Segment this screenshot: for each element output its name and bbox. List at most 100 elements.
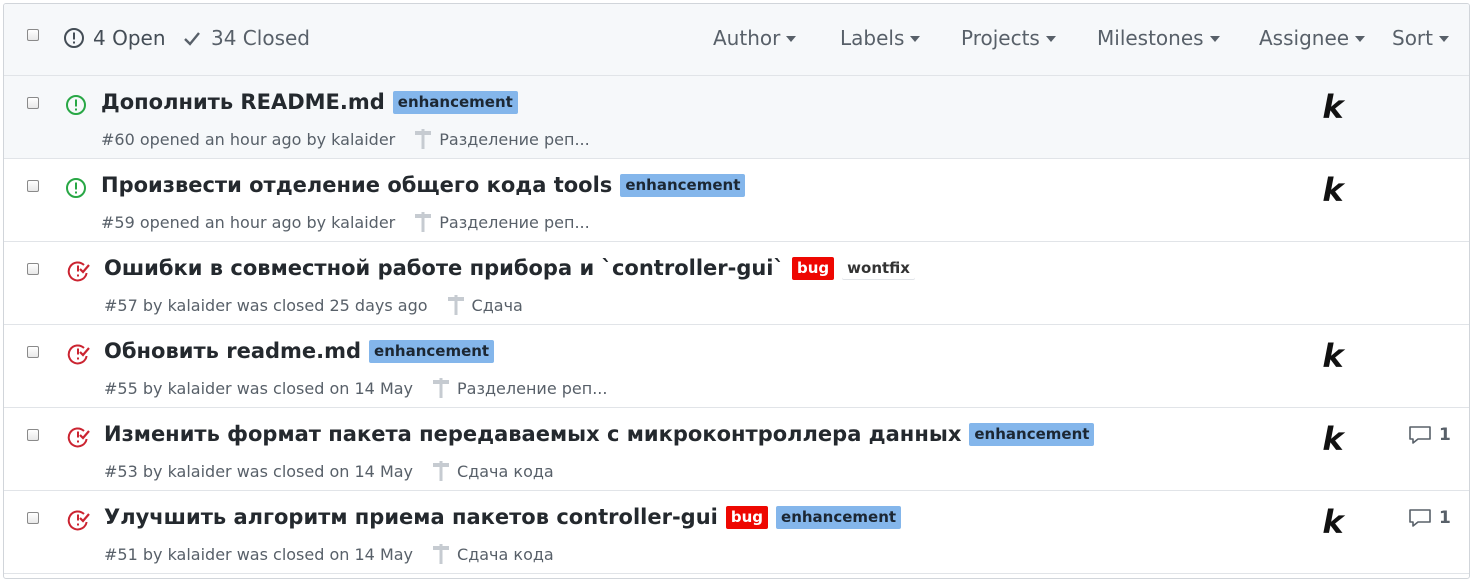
issue-title-line: Обновить readme.md enhancement bbox=[104, 339, 495, 363]
issue-meta: #59 opened an hour ago by kalaider Раздел… bbox=[101, 211, 590, 233]
sort-filter[interactable]: Sort bbox=[1392, 26, 1449, 50]
label-wontfix[interactable]: wontfix bbox=[842, 256, 915, 280]
label-bug[interactable]: bug bbox=[725, 505, 769, 529]
milestone-icon bbox=[415, 212, 432, 232]
issue-title-line: Улучшить алгоритм приема пакетов control… bbox=[104, 505, 902, 529]
issue-checkbox[interactable] bbox=[27, 346, 39, 358]
projects-filter[interactable]: Projects bbox=[961, 26, 1056, 50]
chevron-down-icon bbox=[786, 36, 797, 42]
comment-icon bbox=[1409, 426, 1431, 444]
closed-count-label: 34 Closed bbox=[211, 26, 310, 50]
author-filter[interactable]: Author bbox=[713, 26, 797, 50]
issue-meta: #53 by kalaider was closed on 14 May Сдач… bbox=[104, 460, 554, 482]
issue-meta-text: #51 by kalaider was closed on 14 May bbox=[104, 544, 414, 564]
milestone-link[interactable]: Разделение реп... bbox=[413, 211, 590, 233]
issue-title-line: Ошибки в совместной работе прибора и `co… bbox=[104, 256, 915, 280]
author-filter-label: Author bbox=[713, 26, 781, 50]
milestone-link[interactable]: Сдача bbox=[446, 294, 523, 316]
label-enhancement[interactable]: enhancement bbox=[392, 90, 518, 114]
issue-row[interactable]: Изменить формат пакета передаваемых с ми… bbox=[4, 408, 1469, 491]
issue-opened-icon bbox=[65, 94, 87, 120]
issues-list-box: 4 Open 34 Closed Author Labels Projects … bbox=[3, 3, 1470, 579]
issue-meta: #60 opened an hour ago by kalaider Раздел… bbox=[101, 128, 590, 150]
check-icon bbox=[184, 32, 200, 46]
issue-checkbox[interactable] bbox=[27, 512, 39, 524]
issue-meta-text: #60 opened an hour ago by kalaider bbox=[101, 129, 396, 149]
label-enhancement[interactable]: enhancement bbox=[776, 505, 902, 529]
issue-closed-icon bbox=[67, 509, 91, 535]
issue-meta: #51 by kalaider was closed on 14 May Сдач… bbox=[104, 543, 554, 565]
closed-issues-tab[interactable]: 34 Closed bbox=[181, 26, 310, 50]
open-issues-tab[interactable]: 4 Open bbox=[63, 26, 166, 50]
milestone-icon bbox=[415, 129, 432, 149]
issue-opened-icon bbox=[65, 177, 87, 203]
projects-filter-label: Projects bbox=[961, 26, 1040, 50]
label-bug[interactable]: bug bbox=[792, 256, 835, 280]
issues-list: Дополнить README.md enhancement #60 opened… bbox=[4, 76, 1469, 574]
issue-row[interactable]: Обновить readme.md enhancement #55 by kala… bbox=[4, 325, 1469, 408]
assignee-filter-label: Assignee bbox=[1259, 26, 1350, 50]
issue-title-link[interactable]: Обновить readme.md bbox=[104, 339, 361, 363]
comments-link[interactable]: 1 bbox=[1408, 425, 1451, 445]
assignee-filter[interactable]: Assignee bbox=[1259, 26, 1366, 50]
issue-closed-icon bbox=[67, 260, 91, 286]
issue-checkbox[interactable] bbox=[27, 263, 39, 275]
comment-count: 1 bbox=[1439, 508, 1451, 528]
milestone-label: Разделение реп... bbox=[439, 212, 590, 232]
select-all-checkbox[interactable] bbox=[27, 29, 39, 41]
assignee-avatar[interactable]: k bbox=[1320, 422, 1346, 456]
milestones-filter-label: Milestones bbox=[1097, 26, 1204, 50]
assignee-avatar[interactable]: k bbox=[1320, 339, 1346, 373]
milestone-icon bbox=[433, 461, 450, 481]
chevron-down-icon bbox=[1355, 36, 1366, 42]
issue-closed-icon bbox=[67, 343, 91, 369]
issue-row[interactable]: Ошибки в совместной работе прибора и `co… bbox=[4, 242, 1469, 325]
milestone-label: Сдача кода bbox=[457, 544, 554, 564]
milestone-icon bbox=[433, 378, 450, 398]
issue-row[interactable]: Дополнить README.md enhancement #60 opened… bbox=[4, 76, 1469, 159]
assignee-avatar[interactable]: k bbox=[1320, 505, 1346, 539]
assignee-avatar[interactable]: k bbox=[1320, 90, 1346, 124]
issue-checkbox[interactable] bbox=[27, 180, 39, 192]
label-enhancement[interactable]: enhancement bbox=[969, 422, 1095, 446]
milestone-link[interactable]: Сдача кода bbox=[431, 460, 554, 482]
label-enhancement[interactable]: enhancement bbox=[369, 339, 495, 363]
labels-filter[interactable]: Labels bbox=[840, 26, 921, 50]
issue-meta: #57 by kalaider was closed 25 days ago Сд… bbox=[104, 294, 523, 316]
comment-count: 1 bbox=[1439, 425, 1451, 445]
sort-filter-label: Sort bbox=[1392, 26, 1433, 50]
issue-meta-text: #55 by kalaider was closed on 14 May bbox=[104, 378, 414, 398]
issue-title-link[interactable]: Дополнить README.md bbox=[101, 90, 385, 114]
issue-title-line: Дополнить README.md enhancement bbox=[101, 90, 518, 114]
milestone-link[interactable]: Сдача кода bbox=[431, 543, 554, 565]
milestone-label: Разделение реп... bbox=[457, 378, 608, 398]
milestones-filter[interactable]: Milestones bbox=[1097, 26, 1220, 50]
issue-checkbox[interactable] bbox=[27, 97, 39, 109]
issue-title-line: Произвести отделение общего кода tools en… bbox=[101, 173, 746, 197]
comments-link[interactable]: 1 bbox=[1408, 508, 1451, 528]
issue-row[interactable]: Улучшить алгоритм приема пакетов control… bbox=[4, 491, 1469, 574]
issues-list-header: 4 Open 34 Closed Author Labels Projects … bbox=[4, 4, 1469, 76]
issue-row[interactable]: Произвести отделение общего кода tools en… bbox=[4, 159, 1469, 242]
assignee-avatar[interactable]: k bbox=[1320, 173, 1346, 207]
issue-meta-text: #53 by kalaider was closed on 14 May bbox=[104, 461, 414, 481]
issue-title-link[interactable]: Изменить формат пакета передаваемых с ми… bbox=[104, 422, 961, 446]
milestone-link[interactable]: Разделение реп... bbox=[413, 128, 590, 150]
milestone-link[interactable]: Разделение реп... bbox=[431, 377, 607, 399]
chevron-down-icon bbox=[1439, 36, 1449, 42]
issue-meta-text: #57 by kalaider was closed 25 days ago bbox=[104, 295, 428, 315]
issue-title-line: Изменить формат пакета передаваемых с ми… bbox=[104, 422, 1095, 446]
milestone-icon bbox=[433, 544, 450, 564]
issue-title-link[interactable]: Ошибки в совместной работе прибора и `co… bbox=[104, 256, 784, 280]
issue-title-link[interactable]: Произвести отделение общего кода tools bbox=[101, 173, 612, 197]
issue-meta-text: #59 opened an hour ago by kalaider bbox=[101, 212, 396, 232]
milestone-label: Сдача bbox=[471, 295, 523, 315]
milestone-label: Сдача кода bbox=[457, 461, 554, 481]
issue-closed-icon bbox=[67, 426, 91, 452]
issue-opened-icon bbox=[64, 28, 84, 48]
label-enhancement[interactable]: enhancement bbox=[620, 173, 746, 197]
issue-checkbox[interactable] bbox=[27, 429, 39, 441]
milestone-label: Разделение реп... bbox=[439, 129, 590, 149]
milestone-icon bbox=[447, 295, 464, 315]
issue-title-link[interactable]: Улучшить алгоритм приема пакетов control… bbox=[104, 505, 718, 529]
